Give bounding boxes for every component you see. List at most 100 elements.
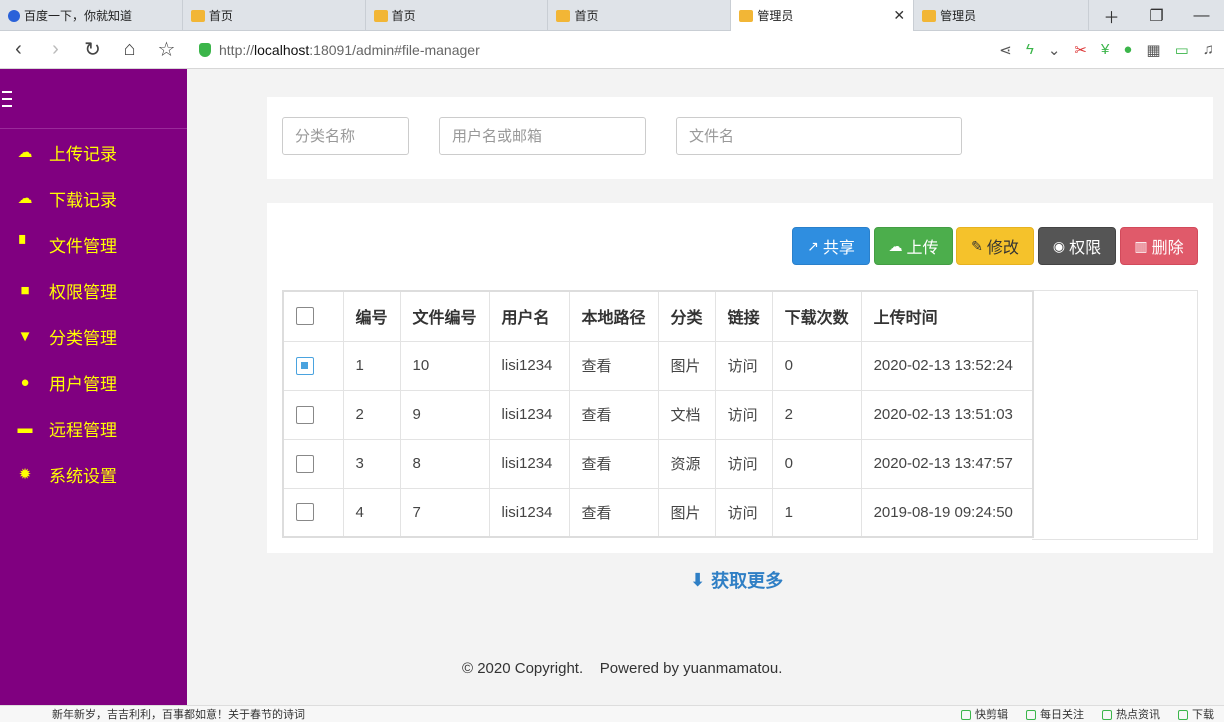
address-bar: ‹ › ↻ ⌂ ☆ http://localhost:18091/admin#f… [0,31,1224,69]
cell-file-id: 7 [399,487,490,538]
col-local-path: 本地路径 [568,290,659,342]
extension-icon[interactable]: ● [1123,41,1132,58]
headphones-icon[interactable]: ♫ [1203,41,1214,58]
cell-username: lisi1234 [488,389,570,440]
sidebar-item-permission[interactable]: ■ 权限管理 [0,267,187,313]
daily-tool[interactable]: 每日关注 [1026,706,1084,722]
folder-icon [373,9,388,22]
browser-tab-home-1[interactable]: 首页 [183,0,366,31]
cell-upload-time: 2020-02-13 13:52:24 [860,340,1034,391]
copyright-text: © 2020 Copyright. [462,660,584,677]
tab-label: 首页 [574,9,599,23]
scissors-icon[interactable]: ✂ [1074,41,1087,59]
browser-tab-baidu[interactable]: 百度一下，你就知道 [0,0,183,31]
download-icon [1178,710,1188,721]
battery-icon[interactable]: ▭ [1175,41,1189,59]
visit-link[interactable]: 访问 [714,487,773,538]
cell-upload-time: 2019-08-19 09:24:50 [860,487,1034,538]
url-rest: :18091/admin#file-manager [309,41,480,58]
download-label: 下载 [1192,709,1214,721]
browser-tab-home-3[interactable]: 首页 [548,0,732,31]
table-row[interactable]: 1 10 lisi1234 查看 图片 访问 0 2020-02-13 13:5… [282,340,1034,391]
sidebar-item-label: 上传记录 [49,144,117,164]
hot-news-tool[interactable]: 热点资讯 [1102,706,1160,722]
share-button[interactable]: ↗ 共享 [792,227,870,265]
sidebar-item-users[interactable]: ● 用户管理 [0,359,187,405]
sidebar-item-label: 下载记录 [49,190,117,210]
sidebar-item-download-records[interactable]: ☁ 下载记录 [0,175,187,221]
apps-grid-icon[interactable]: ▦ [1146,41,1160,59]
view-path-link[interactable]: 查看 [568,487,659,538]
delete-button-label: 删除 [1151,240,1184,257]
minimize-icon[interactable]: — [1179,0,1224,31]
sidebar-item-upload-records[interactable]: ☁ 上传记录 [0,129,187,175]
view-path-link[interactable]: 查看 [568,340,659,391]
cell-category: 图片 [657,487,716,538]
chevron-down-icon[interactable]: ⌄ [1048,41,1061,59]
share-button-label: 共享 [822,240,855,257]
tab-label: 首页 [391,9,416,23]
star-icon[interactable]: ☆ [148,31,185,69]
download-tool[interactable]: 下载 [1178,706,1214,722]
menu-toggle-icon[interactable] [2,88,12,110]
sidebar-item-category[interactable]: ▼ 分类管理 [0,313,187,359]
sidebar-item-settings[interactable]: ✹ 系统设置 [0,451,187,497]
select-all-checkbox[interactable] [296,307,314,326]
category-name-input[interactable] [282,117,409,155]
row-select-cell [282,487,344,538]
filter-panel [267,97,1213,179]
browser-tab-admin-active[interactable]: 管理员 ✕ [731,0,915,31]
restore-icon[interactable]: ❐ [1134,0,1179,31]
file-icon: ▘ [19,236,31,253]
edit-button[interactable]: ✎ 修改 [956,227,1034,265]
table-row[interactable]: 4 7 lisi1234 查看 图片 访问 1 2019-08-19 09:24… [282,487,1034,538]
folder-icon [922,9,937,22]
row-checkbox[interactable] [296,356,314,375]
clip-tool[interactable]: 快剪辑 [961,706,1008,722]
row-checkbox[interactable] [296,405,314,424]
play-icon [1026,710,1036,721]
sidebar-item-remote[interactable]: ▬ 远程管理 [0,405,187,451]
url-field[interactable]: http://localhost:18091/admin#file-manage… [199,42,480,58]
upload-button[interactable]: ☁ 上传 [874,227,953,265]
cell-file-id: 10 [399,340,490,391]
browser-tab-admin[interactable]: 管理员 [914,0,1090,31]
view-path-link[interactable]: 查看 [568,389,659,440]
browser-tab-home-2[interactable]: 首页 [366,0,549,31]
share-icon[interactable]: ⋖ [999,41,1012,59]
sidebar-item-label: 分类管理 [49,328,117,348]
table-row[interactable]: 2 9 lisi1234 查看 文档 访问 2 2020-02-13 13:51… [282,389,1034,440]
yen-icon[interactable]: ¥ [1101,41,1109,58]
user-or-email-input[interactable] [439,117,646,155]
visit-link[interactable]: 访问 [714,438,773,489]
row-checkbox[interactable] [296,454,314,473]
cell-downloads: 1 [771,487,862,538]
lightning-icon[interactable]: ϟ [1026,41,1034,58]
delete-button[interactable]: ▥ 删除 [1120,227,1198,265]
cell-category: 资源 [657,438,716,489]
new-tab-icon[interactable]: ＋ [1089,0,1134,31]
permission-button[interactable]: ◉ 权限 [1038,227,1116,265]
col-file-id: 文件编号 [399,290,490,342]
powered-by-text: Powered by yuanmamatou. [599,660,783,677]
sidebar-item-file-manager[interactable]: ▘ 文件管理 [0,221,187,267]
visit-link[interactable]: 访问 [714,389,773,440]
load-more-button[interactable]: ⬇ 获取更多 [690,567,783,593]
close-tab-icon[interactable]: ✕ [893,7,905,24]
arrow-down-icon: ⬇ [690,569,706,590]
home-icon[interactable]: ⌂ [111,31,148,69]
cell-category: 文档 [657,389,716,440]
view-path-link[interactable]: 查看 [568,438,659,489]
back-icon[interactable]: ‹ [0,31,37,69]
table-row[interactable]: 3 8 lisi1234 查看 资源 访问 0 2020-02-13 13:47… [282,438,1034,489]
forward-icon[interactable]: › [37,31,74,69]
reload-icon[interactable]: ↻ [74,31,111,69]
cell-id: 2 [342,389,401,440]
daily-label: 每日关注 [1040,709,1084,721]
col-downloads: 下载次数 [771,290,862,342]
visit-link[interactable]: 访问 [714,340,773,391]
news-ticker[interactable]: 新年新岁，吉吉利利，百事都如意！关于春节的诗词 [52,706,305,722]
sidebar: ☁ 上传记录 ☁ 下载记录 ▘ 文件管理 ■ 权限管理 ▼ 分类管理 ● 用户管… [0,69,187,705]
row-checkbox[interactable] [296,503,314,522]
file-name-input[interactable] [676,117,962,155]
